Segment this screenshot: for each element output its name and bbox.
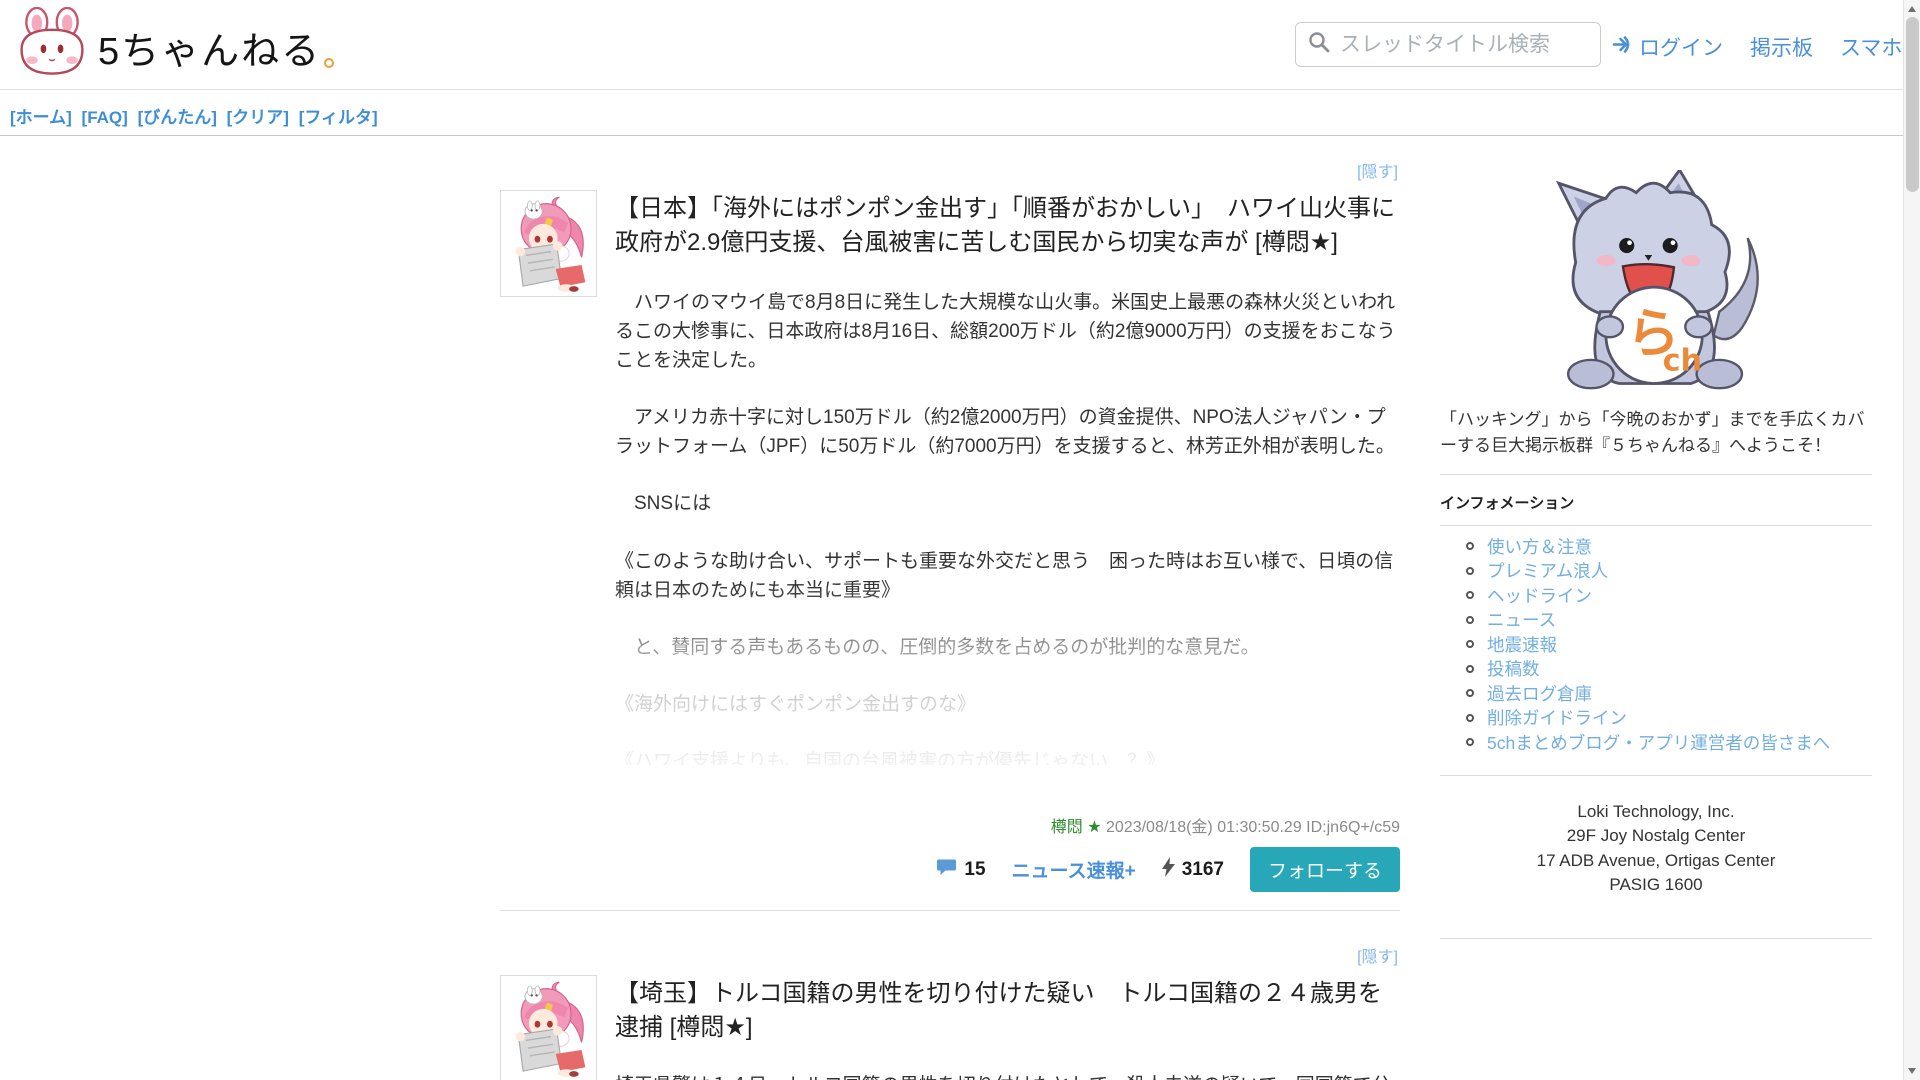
- login-icon: [1612, 34, 1633, 61]
- thread-divider: [500, 910, 1400, 911]
- list-item: 5chまとめブログ・アプリ運営者の皆さまへ: [1466, 730, 1872, 755]
- comment-icon: [937, 858, 957, 882]
- board-list-label: 掲示板: [1750, 32, 1813, 62]
- bullet-icon: [1466, 591, 1474, 599]
- follow-button[interactable]: フォローする: [1250, 847, 1400, 892]
- sidebar-link-deletion-guideline[interactable]: 削除ガイドライン: [1487, 705, 1627, 730]
- sidebar-link-news[interactable]: ニュース: [1487, 607, 1556, 632]
- bunny-logo-icon: [14, 7, 90, 88]
- nav-faq-link[interactable]: [FAQ]: [82, 108, 128, 127]
- nav-bintan-link[interactable]: [びんたん]: [138, 108, 217, 127]
- scroll-up-icon[interactable]: [1908, 6, 1916, 12]
- company-address: Loki Technology, Inc. 29F Joy Nostalg Ce…: [1440, 800, 1872, 899]
- sidebar-link-headline[interactable]: ヘッドライン: [1487, 583, 1592, 608]
- hide-thread-link[interactable]: [隠す]: [500, 943, 1400, 967]
- momentum-icon: [1162, 857, 1175, 883]
- site-name: 5ちゃんねる: [98, 20, 321, 75]
- thread-title[interactable]: 【埼玉】トルコ国籍の男性を切り付けた疑い トルコ国籍の２４歳男を逮捕 [樽悶★]: [500, 975, 1400, 1045]
- list-item: 削除ガイドライン: [1466, 706, 1872, 731]
- momentum-count: 3167: [1162, 857, 1224, 883]
- excerpt-paragraph: 《ハワイ支援よりも、自国の台風被害の方が優先じゃない…？》: [615, 747, 1400, 765]
- board-list-link[interactable]: 掲示板: [1750, 32, 1813, 62]
- thread-title[interactable]: 【日本】「海外にはポンポン金出す」「順番がおかしい」 ハワイ山火事に政府が2.9…: [500, 190, 1400, 260]
- post-datetime-id: 2023/08/18(金) 01:30:50.29 ID:jn6Q+/c59: [1106, 819, 1400, 836]
- sidebar-divider: [1440, 474, 1872, 475]
- thread-item: 【日本】「海外にはポンポン金出す」「順番がおかしい」 ハワイ山火事に政府が2.9…: [500, 190, 1400, 911]
- sidebar-link-blog-operators[interactable]: 5chまとめブログ・アプリ運営者の皆さまへ: [1487, 730, 1830, 755]
- excerpt-paragraph: SNSには: [615, 489, 1400, 518]
- bullet-icon: [1466, 542, 1474, 550]
- address-line: 29F Joy Nostalg Center: [1440, 824, 1872, 849]
- scrollbar-thumb[interactable]: [1906, 17, 1919, 192]
- list-item: 使い方＆注意: [1466, 534, 1872, 559]
- welcome-text: 「ハッキング」から「今晩のおかず」までを手広くカバーする巨大掲示板群『５ちゃんね…: [1440, 407, 1872, 458]
- bullet-icon: [1466, 738, 1474, 746]
- sidebar-divider: [1440, 938, 1872, 939]
- excerpt-paragraph: 《このような助け合い、サポートも重要な外交だと思う 困った時はお互い様で、日頃の…: [615, 547, 1400, 605]
- sidebar-link-earthquake[interactable]: 地震速報: [1487, 632, 1557, 657]
- search-icon: [1308, 31, 1330, 58]
- comment-count-value: 15: [964, 859, 985, 881]
- bullet-icon: [1466, 616, 1474, 624]
- login-link[interactable]: ログイン: [1612, 32, 1723, 62]
- thread-item: 【埼玉】トルコ国籍の男性を切り付けた疑い トルコ国籍の２４歳男を逮捕 [樽悶★]…: [500, 975, 1400, 1080]
- list-item: 地震速報: [1466, 632, 1872, 657]
- scrollbar[interactable]: [1903, 0, 1920, 1080]
- header-links: ログイン 掲示板 スマホ版: [1612, 32, 1920, 62]
- list-item: 投稿数: [1466, 657, 1872, 682]
- post-meta: 樽悶 ★ 2023/08/18(金) 01:30:50.29 ID:jn6Q+/…: [500, 813, 1400, 837]
- excerpt-paragraph: ハワイのマウイ島で8月8日に発生した大規模な山火事。米国史上最悪の森林火災といわ…: [615, 288, 1400, 375]
- list-item: ヘッドライン: [1466, 583, 1872, 608]
- excerpt-paragraph: と、賛同する声もあるものの、圧倒的多数を占めるのが批判的な意見だ。: [615, 633, 1400, 662]
- thread-thumbnail[interactable]: [500, 975, 597, 1080]
- sidebar-divider: [1440, 775, 1872, 776]
- sidebar-link-post-count[interactable]: 投稿数: [1487, 656, 1540, 681]
- login-label: ログイン: [1639, 32, 1723, 62]
- site-logo[interactable]: 5ちゃんねる: [14, 7, 334, 88]
- thread-search-box[interactable]: [1295, 22, 1601, 67]
- bullet-icon: [1466, 665, 1474, 673]
- nav-bar: [ホーム] [FAQ] [びんたん] [クリア] [フィルタ]: [0, 90, 1920, 136]
- author-name: 樽悶: [1051, 819, 1083, 836]
- header: 5ちゃんねる ログイン 掲示板 スマホ版: [0, 0, 1920, 90]
- thread-excerpt: ハワイのマウイ島で8月8日に発生した大規模な山火事。米国史上最悪の森林火災といわ…: [615, 260, 1400, 765]
- thread-stats: 15 ニュース速報+ 3167 フォローする: [500, 847, 1400, 892]
- svg-text:ch: ch: [1663, 343, 1702, 378]
- sidebar-link-premium[interactable]: プレミアム浪人: [1487, 558, 1608, 583]
- excerpt-paragraph: 《海外向けにはすぐポンポン金出すのな》: [615, 690, 1400, 719]
- list-item: プレミアム浪人: [1466, 559, 1872, 584]
- bullet-icon: [1466, 689, 1474, 697]
- thread-thumbnail[interactable]: [500, 190, 597, 297]
- bullet-icon: [1466, 714, 1474, 722]
- thread-excerpt: 埼玉県警は１４日、トルコ国籍の男性を切り付けたとして、殺人未遂の疑いで、同国籍で…: [500, 1071, 1400, 1080]
- bullet-icon: [1466, 640, 1474, 648]
- info-heading: インフォメーション: [1440, 492, 1872, 513]
- sidebar-link-usage[interactable]: 使い方＆注意: [1487, 534, 1592, 559]
- mascot-image: ら ch: [1440, 170, 1872, 397]
- excerpt-paragraph: アメリカ赤十字に対し150万ドル（約2億2000万円）の資金提供、NPO法人ジャ…: [615, 403, 1400, 461]
- list-item: ニュース: [1466, 608, 1872, 633]
- sidebar-divider: [1440, 525, 1872, 526]
- info-link-list: 使い方＆注意 プレミアム浪人 ヘッドライン ニュース 地震速報 投稿数 過去ログ…: [1440, 534, 1872, 755]
- excerpt-fade: [615, 585, 1400, 765]
- sidebar: ら ch 「ハッキング」から「今晩のおかず」までを手広くカバーする巨大掲示板群『…: [1440, 158, 1872, 939]
- address-line: PASIG 1600: [1440, 873, 1872, 898]
- list-item: 過去ログ倉庫: [1466, 681, 1872, 706]
- nav-filter-link[interactable]: [フィルタ]: [299, 108, 378, 127]
- sidebar-link-archive[interactable]: 過去ログ倉庫: [1487, 681, 1592, 706]
- board-link[interactable]: ニュース速報+: [1012, 856, 1136, 883]
- nav-home-link[interactable]: [ホーム]: [10, 108, 72, 127]
- search-input[interactable]: [1340, 33, 1588, 57]
- comment-count[interactable]: 15: [937, 858, 985, 882]
- author-star: ★: [1087, 819, 1101, 836]
- registered-mark-icon: [324, 58, 334, 68]
- scroll-down-icon[interactable]: [1908, 1068, 1916, 1074]
- momentum-value: 3167: [1182, 859, 1224, 881]
- address-line: 17 ADB Avenue, Ortigas Center: [1440, 849, 1872, 874]
- bullet-icon: [1466, 567, 1474, 575]
- thread-list: [隠す]: [500, 158, 1400, 1080]
- hide-thread-link[interactable]: [隠す]: [500, 158, 1400, 182]
- nav-clear-link[interactable]: [クリア]: [227, 108, 289, 127]
- address-line: Loki Technology, Inc.: [1440, 800, 1872, 825]
